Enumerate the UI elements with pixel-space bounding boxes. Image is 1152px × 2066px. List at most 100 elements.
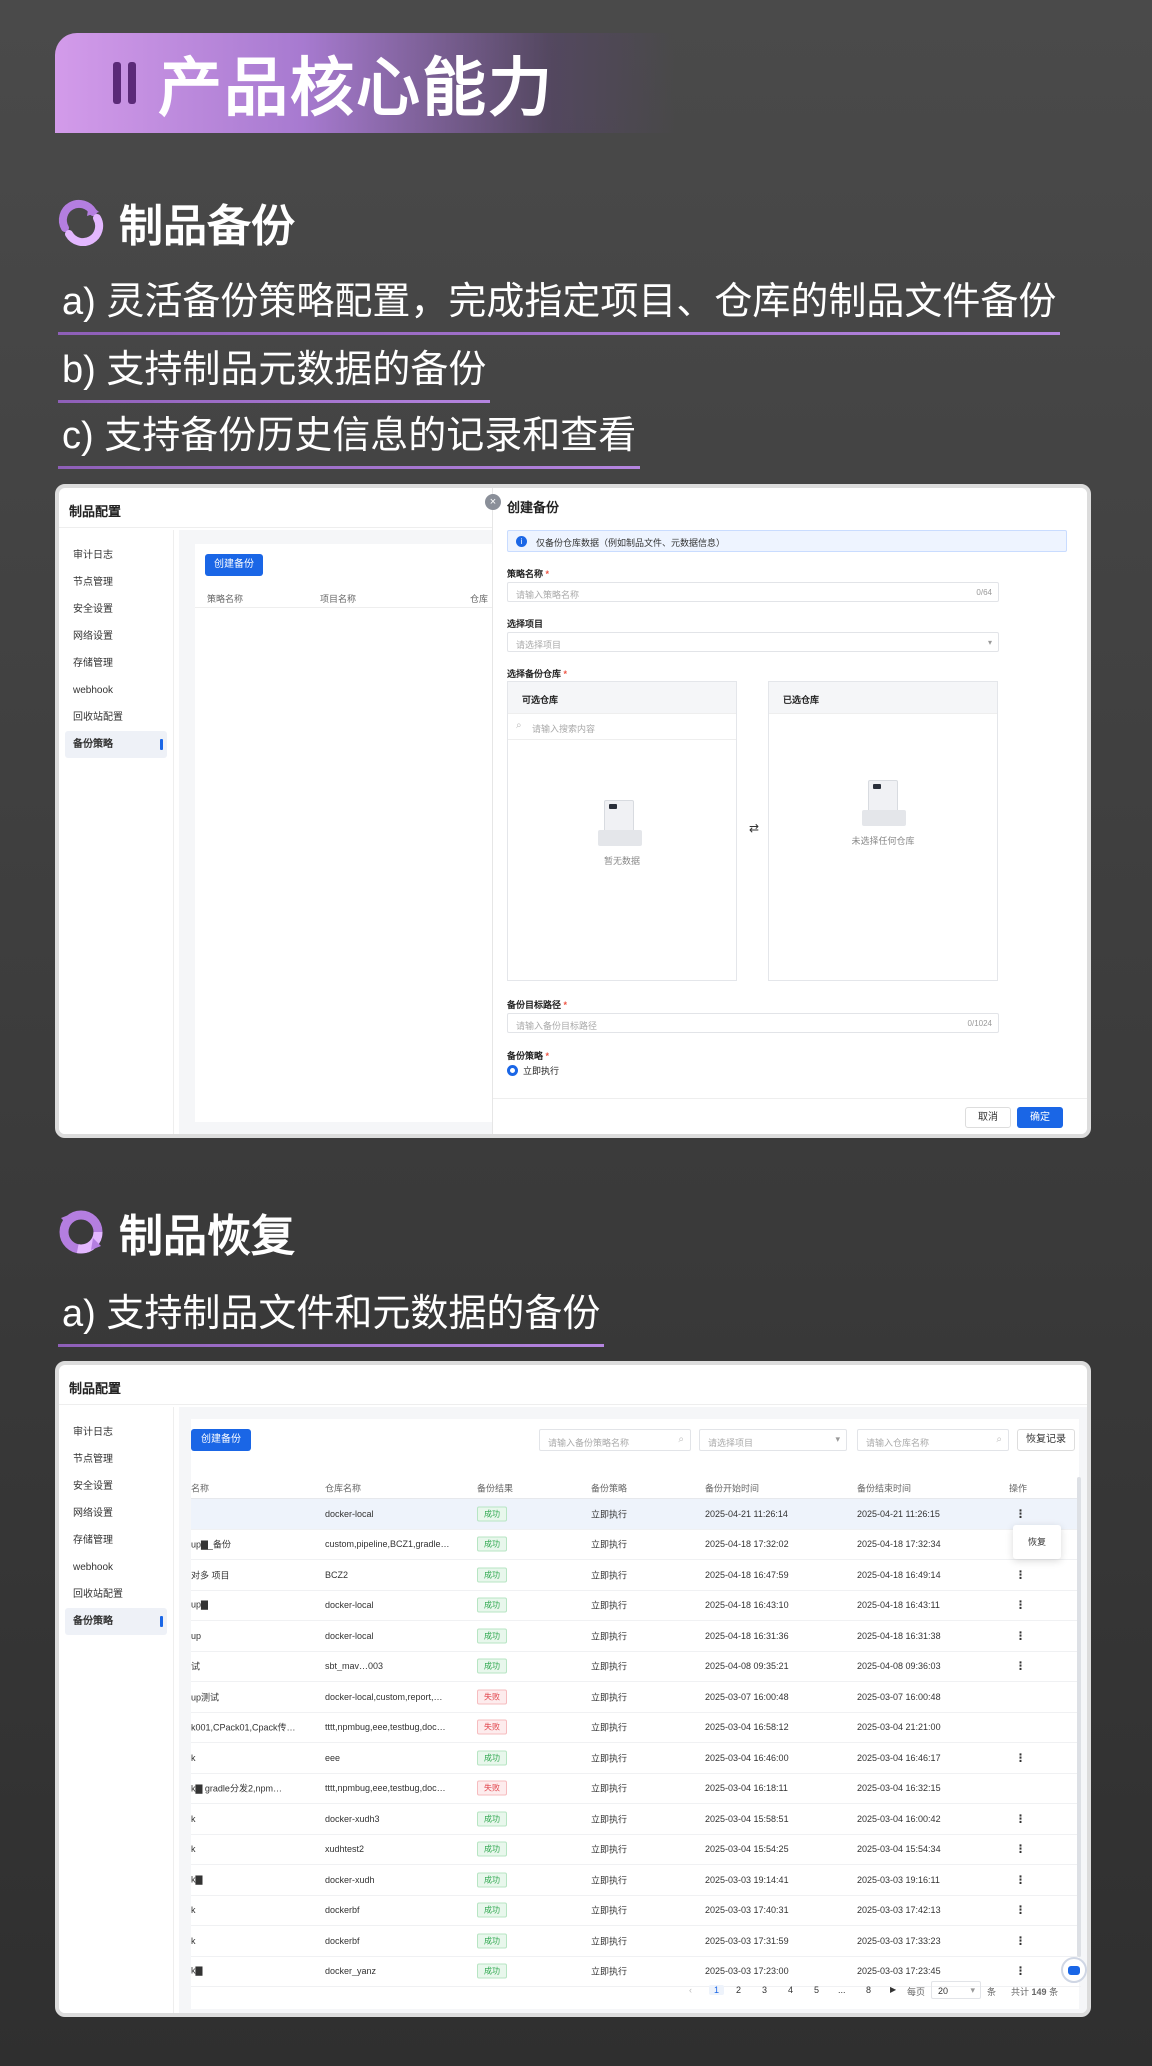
path-counter: 0/1024	[967, 1019, 992, 1028]
page-8[interactable]: 8	[866, 1985, 871, 1995]
backup-bullet-b: b) 支持制品元数据的备份	[57, 338, 491, 403]
more-actions-icon[interactable]: ⋮	[1015, 1873, 1026, 1886]
strategy-radio[interactable]: 立即执行	[507, 1064, 559, 1077]
cell-end-time: 2025-04-21 11:26:15	[857, 1508, 940, 1519]
cell-start-time: 2025-04-18 16:43:10	[705, 1600, 789, 1611]
prev-page-icon[interactable]: ‹	[689, 1985, 692, 1995]
sidebar-item-storage[interactable]: 存储管理	[59, 1527, 173, 1554]
sidebar-item-security[interactable]: 安全设置	[59, 1473, 173, 1500]
per-page-select[interactable]: 20 ▾	[931, 1981, 981, 1999]
sidebar-item-audit[interactable]: 审计日志	[59, 1419, 173, 1446]
more-actions-icon[interactable]: ⋮	[1015, 1599, 1026, 1612]
table-header: 名称 仓库名称 备份结果 备份策略 备份开始时间 备份结束时间 操作	[191, 1477, 1081, 1499]
policy-search-input[interactable]: 请输入备份策略名称 ⌕	[539, 1429, 691, 1451]
sidebar-item-backup[interactable]: 备份策略	[65, 1608, 167, 1635]
sidebar-item-storage[interactable]: 存储管理	[59, 650, 173, 677]
sidebar-item-audit[interactable]: 审计日志	[59, 542, 173, 569]
vertical-scrollbar[interactable]	[1077, 1477, 1081, 1957]
backup-sync-icon	[58, 199, 104, 246]
sidebar-item-recycle[interactable]: 回收站配置	[59, 704, 173, 731]
cell-start-time: 2025-03-07 16:00:48	[705, 1691, 789, 1702]
per-page-label: 每页	[907, 1987, 926, 1997]
banner: 产品核心能力	[55, 33, 675, 133]
next-page-icon[interactable]: ▶	[890, 1985, 896, 1994]
backup-bullet-c: c) 支持备份历史信息的记录和查看	[57, 404, 641, 469]
cell-start-time: 2025-04-18 17:32:02	[705, 1539, 789, 1550]
cell-name: 对多 项目	[191, 1570, 230, 1581]
more-actions-icon[interactable]: ⋮	[1015, 1568, 1026, 1581]
cell-repo: BCZ2	[325, 1569, 349, 1580]
repo-search-input[interactable]: ⌕ 请输入搜索内容	[508, 714, 736, 740]
cell-start-time: 2025-04-18 16:47:59	[705, 1569, 789, 1580]
empty-box-icon	[862, 780, 906, 828]
create-backup-button[interactable]: 创建备份	[205, 554, 263, 576]
repo-search-input[interactable]: 请输入仓库名称 ⌕	[857, 1429, 1009, 1451]
sidebar-item-backup[interactable]: 备份策略	[65, 731, 167, 758]
status-badge: 失败	[477, 1780, 507, 1796]
restore-menu-item[interactable]: 恢复	[1013, 1525, 1061, 1559]
cell-start-time: 2025-03-04 16:58:12	[705, 1722, 789, 1733]
banner-bar-icon	[113, 62, 121, 104]
project-select[interactable]: 请选择项目 ▾	[699, 1429, 847, 1451]
sidebar-item-webhook[interactable]: webhook	[59, 1554, 173, 1581]
more-actions-icon[interactable]: ⋮	[1015, 1660, 1026, 1673]
page-4[interactable]: 4	[788, 1985, 793, 1995]
more-actions-icon[interactable]: ⋮	[1015, 1843, 1026, 1856]
cancel-button[interactable]: 取消	[965, 1107, 1011, 1128]
cell-name: k▇ gradle分发2,npm…	[191, 1783, 282, 1794]
create-backup-button[interactable]: 创建备份	[191, 1429, 251, 1451]
table-row: k eee 成功 立即执行 2025-03-04 16:46:00 2025-03-04 …	[191, 1743, 1081, 1774]
cell-strategy: 立即执行	[591, 1753, 628, 1764]
table-row: up docker-local 成功 立即执行 2025-04-18 16:31:36 2…	[191, 1621, 1081, 1652]
more-actions-icon[interactable]: ⋮	[1015, 1751, 1026, 1764]
more-actions-icon[interactable]: ⋮	[1015, 1965, 1026, 1978]
cell-end-time: 2025-03-03 17:23:45	[857, 1966, 941, 1977]
cell-repo: custom,pipeline,BCZ1,gradle…	[325, 1539, 450, 1550]
table-row: k dockerbf 成功 立即执行 2025-03-03 17:40:31 2025-0…	[191, 1896, 1081, 1926]
more-actions-icon[interactable]: ⋮	[1015, 1904, 1026, 1917]
cell-repo: dockerbf	[325, 1905, 360, 1916]
confirm-button[interactable]: 确定	[1017, 1107, 1063, 1128]
cell-start-time: 2025-04-18 16:31:36	[705, 1630, 789, 1641]
cell-strategy: 立即执行	[591, 1966, 628, 1977]
sidebar-item-network[interactable]: 网络设置	[59, 1500, 173, 1527]
cell-name: k	[191, 1813, 196, 1824]
cell-name: k▇	[191, 1874, 203, 1885]
cell-end-time: 2025-04-18 16:49:14	[857, 1569, 941, 1580]
sidebar-item-recycle[interactable]: 回收站配置	[59, 1581, 173, 1608]
sidebar-item-webhook[interactable]: webhook	[59, 677, 173, 704]
restore-sync-icon	[59, 1210, 103, 1254]
cell-repo: docker_yanz	[325, 1966, 377, 1977]
more-actions-icon[interactable]: ⋮	[1015, 1812, 1026, 1825]
sidebar-item-security[interactable]: 安全设置	[59, 596, 173, 623]
page-1[interactable]: 1	[709, 1985, 725, 1995]
cell-start-time: 2025-03-03 17:31:59	[705, 1935, 789, 1946]
more-actions-icon[interactable]: ⋮	[1015, 1629, 1026, 1642]
more-actions-icon[interactable]: ⋮	[1015, 1507, 1026, 1520]
project-select[interactable]: 请选择项目 ▾	[507, 632, 999, 652]
page-3[interactable]: 3	[762, 1985, 767, 1995]
policy-name-input[interactable]: 请输入策略名称 0/64	[507, 582, 999, 602]
restore-log-button[interactable]: 恢复记录	[1017, 1429, 1075, 1451]
page-5[interactable]: 5	[814, 1985, 819, 1995]
sidebar-item-nodes[interactable]: 节点管理	[59, 1446, 173, 1473]
cell-start-time: 2025-03-04 16:18:11	[705, 1783, 788, 1794]
sidebar-item-network[interactable]: 网络设置	[59, 623, 173, 650]
cell-end-time: 2025-04-18 17:32:34	[857, 1539, 941, 1550]
close-icon[interactable]: ×	[485, 494, 501, 510]
target-path-input[interactable]: 请输入备份目标路径 0/1024	[507, 1013, 999, 1033]
transfer-arrows-icon[interactable]: ⇄	[749, 821, 759, 835]
sidebar-item-nodes[interactable]: 节点管理	[59, 569, 173, 596]
empty-box-icon	[598, 800, 642, 848]
assistant-bot-icon[interactable]	[1061, 1957, 1087, 1983]
cell-end-time: 2025-03-04 21:21:00	[857, 1722, 941, 1733]
banner-title: 产品核心能力	[158, 52, 554, 124]
search-icon: ⌕	[678, 1434, 684, 1445]
sidebar: 审计日志 节点管理 安全设置 网络设置 存储管理 webhook 回收站配置 备…	[59, 1407, 174, 2013]
cell-repo: tttt,npmbug,eee,testbug,doc…	[325, 1722, 446, 1733]
table-row: k▇ docker-xudh 成功 立即执行 2025-03-03 19:14:41 20…	[191, 1865, 1081, 1896]
notice-banner: i 仅备份仓库数据（例如制品文件、元数据信息）	[507, 530, 1067, 552]
more-actions-icon[interactable]: ⋮	[1015, 1934, 1026, 1947]
page-2[interactable]: 2	[736, 1985, 741, 1995]
chevron-down-icon: ▾	[987, 638, 992, 647]
